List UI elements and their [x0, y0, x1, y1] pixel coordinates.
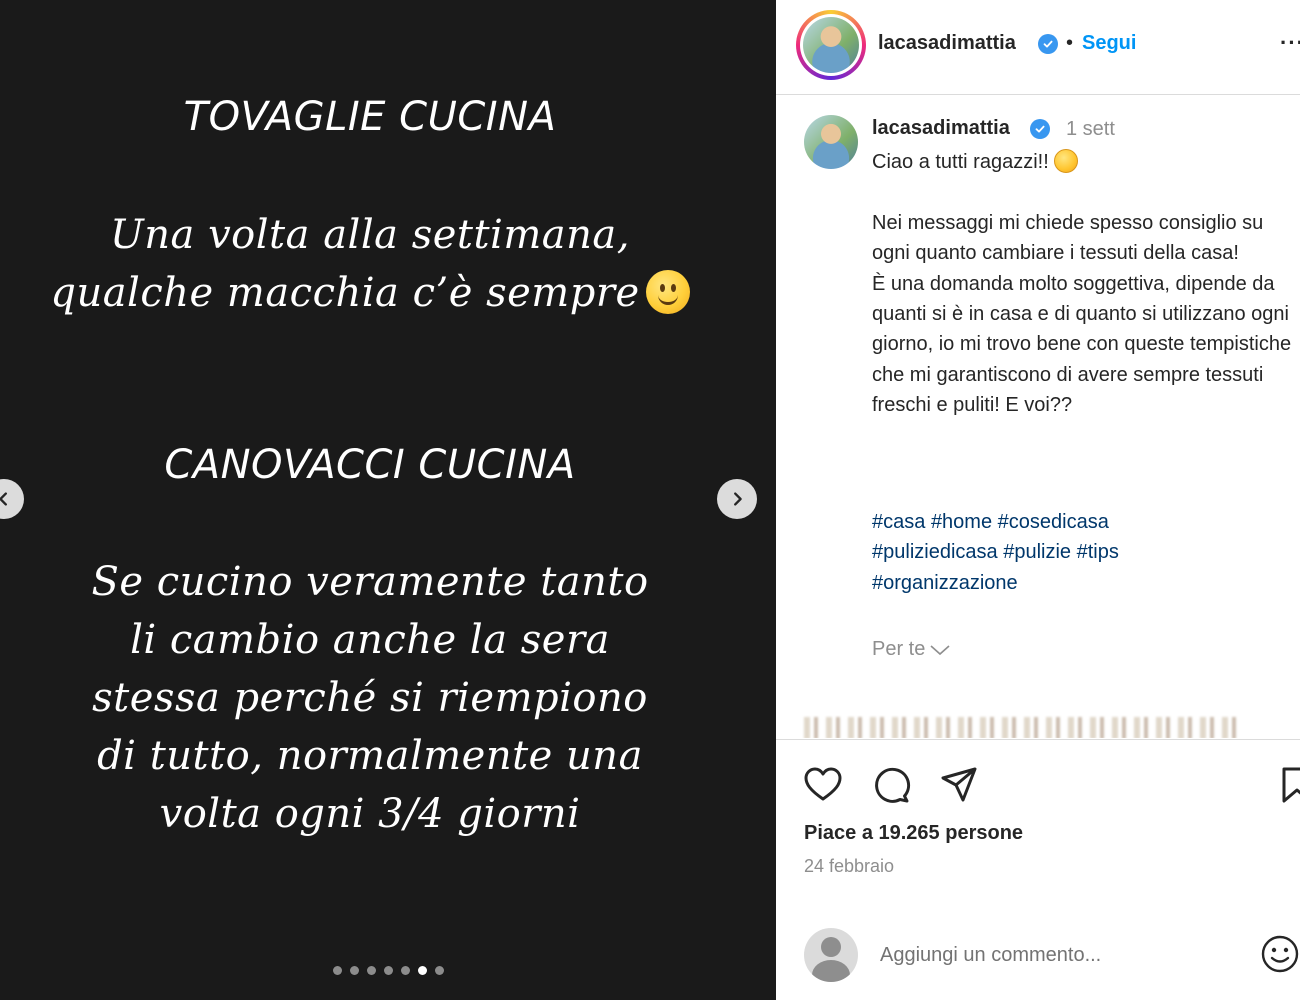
carousel-dot [400, 966, 410, 975]
profile-picture [803, 17, 859, 73]
slide-text-tovaglie-body: Una volta alla settimana, qualche macchi… [50, 212, 640, 316]
slide-heading-tovaglie: TOVAGLIE CUCINA [183, 94, 557, 140]
carousel-dot [332, 966, 342, 975]
user-avatar [804, 928, 858, 982]
add-comment-bar [776, 918, 1300, 998]
comment-input[interactable] [878, 936, 1242, 974]
smiling-face-icon [1054, 148, 1079, 173]
caption-body: Nei messaggi mi chiede spesso consiglio … [872, 211, 1292, 417]
slightly-smiling-face-icon [645, 270, 690, 314]
carousel-dot [434, 966, 444, 975]
hashtag-link[interactable]: #organizzazione [872, 572, 1018, 594]
header-username[interactable]: lacasadimattia [878, 32, 1016, 55]
post-actions: Piace a 19.265 persone 24 febbraio [776, 739, 1300, 1001]
smiley-icon [1261, 935, 1299, 973]
slide-text-tovaglie: Una volta alla settimana, qualche macchi… [40, 206, 700, 322]
like-button[interactable] [802, 764, 844, 806]
caption-section: lacasadimattia 1 sett Ciao a tutti ragaz… [776, 95, 1300, 738]
caption-avatar[interactable] [804, 115, 858, 169]
carousel-dot [366, 966, 376, 975]
next-slide-button[interactable] [717, 479, 757, 519]
hashtag-link[interactable]: #tips [1077, 541, 1119, 563]
slide-heading-canovacci: CANOVACCI CUCINA [164, 442, 576, 488]
post-time[interactable]: 1 sett [1066, 118, 1115, 141]
carousel-dot [383, 966, 393, 975]
chevron-left-icon [0, 492, 7, 506]
post-date[interactable]: 24 febbraio [804, 856, 894, 877]
chevron-right-icon [734, 492, 742, 506]
hashtag-link[interactable]: #home [931, 511, 992, 533]
hashtag-link[interactable]: #pulizie [1003, 541, 1071, 563]
verified-badge-icon [1038, 34, 1058, 54]
carousel-dots [0, 966, 776, 975]
post-header: lacasadimattia • Segui ··· [776, 0, 1300, 95]
caption-greeting: Ciao a tutti ragazzi!! [872, 151, 1049, 173]
for-you-toggle[interactable]: Per te [872, 638, 951, 661]
header-separator: • [1066, 32, 1074, 54]
post-caption: Ciao a tutti ragazzi!! Nei messaggi mi c… [872, 147, 1292, 421]
for-you-label: Per te [872, 638, 926, 660]
heart-icon [804, 767, 842, 801]
post-side-panel: lacasadimattia • Segui ··· lacasadimatti… [776, 0, 1300, 1000]
comment-button[interactable] [870, 764, 912, 806]
hashtag-link[interactable]: #puliziedicasa [872, 541, 998, 563]
share-button[interactable] [938, 764, 980, 806]
slide-text-canovacci: Se cucino veramente tanto li cambio anch… [91, 559, 649, 837]
partially-visible-comment [804, 717, 1244, 738]
follow-button[interactable]: Segui [1082, 32, 1136, 55]
save-button[interactable] [1276, 764, 1300, 806]
hashtag-link[interactable]: #casa [872, 511, 925, 533]
hashtag-list: #casa #home #cosedicasa #puliziedicasa #… [872, 507, 1292, 598]
post-media-carousel[interactable]: TOVAGLIE CUCINA Una volta alla settimana… [0, 0, 776, 1000]
hashtag-link[interactable]: #cosedicasa [998, 511, 1109, 533]
paper-plane-icon [941, 767, 977, 802]
caption-username[interactable]: lacasadimattia [872, 117, 1010, 140]
header-avatar[interactable] [796, 10, 866, 80]
likes-count[interactable]: Piace a 19.265 persone [804, 822, 1023, 845]
speech-bubble-icon [875, 767, 911, 803]
more-options-button[interactable]: ··· [1280, 30, 1300, 56]
verified-badge-icon [1030, 119, 1050, 139]
carousel-dot [349, 966, 359, 975]
previous-slide-button[interactable] [0, 479, 24, 519]
bookmark-icon [1282, 767, 1300, 803]
chevron-down-icon [930, 645, 950, 655]
carousel-dot [417, 966, 427, 975]
emoji-picker-button[interactable] [1260, 934, 1300, 974]
